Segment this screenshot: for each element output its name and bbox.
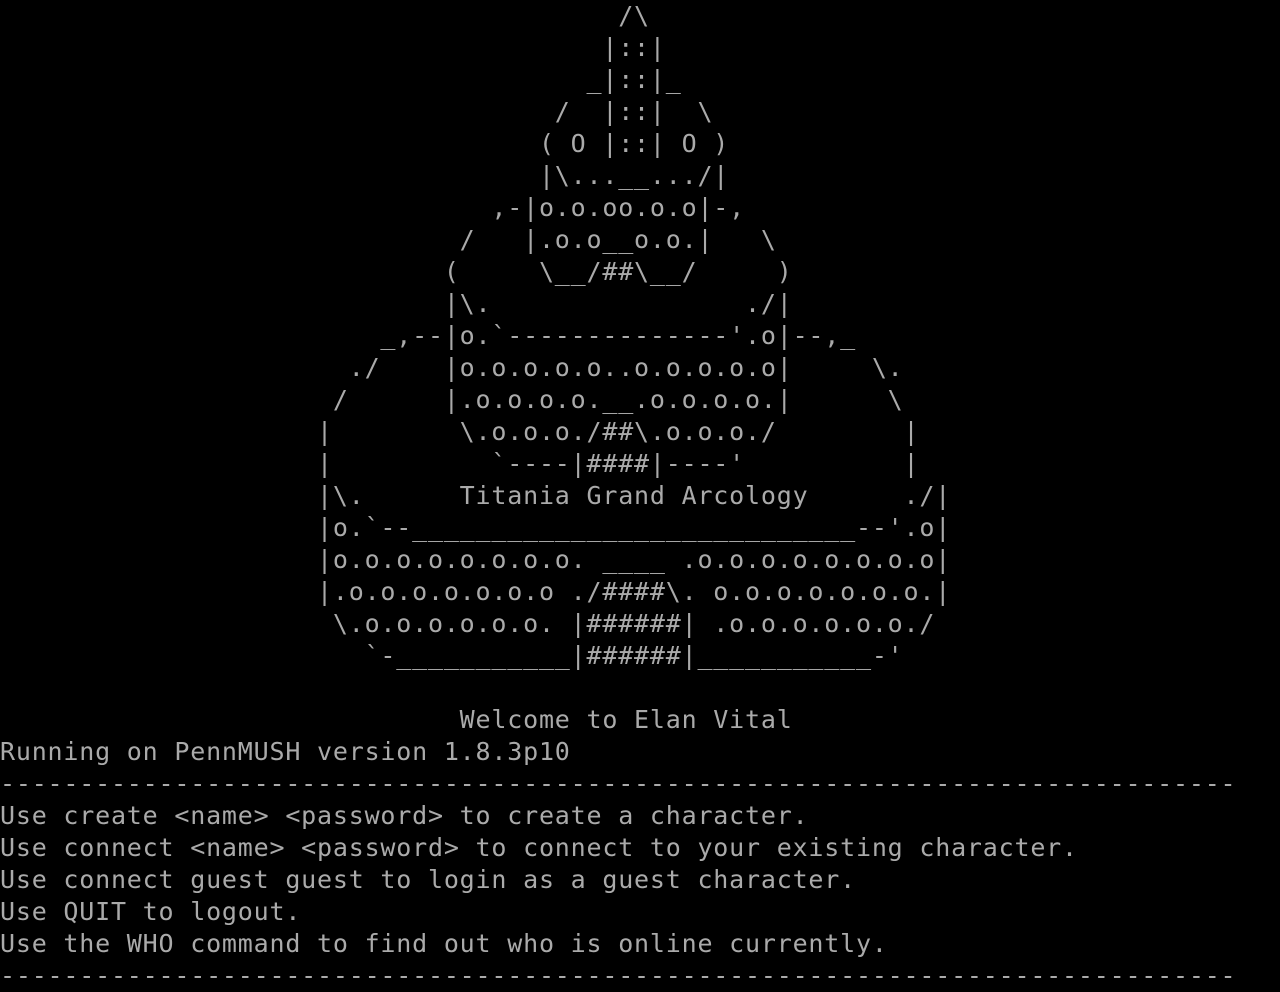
help-line-guest: Use connect guest guest to login as a gu… <box>0 865 856 894</box>
help-line-create: Use create <name> <password> to create a… <box>0 801 809 830</box>
art-line: |o.o.o.o.o.o.o.o. ____ .o.o.o.o.o.o.o.o| <box>0 545 952 574</box>
art-line: \.o.o.o.o.o.o. |######| .o.o.o.o.o.o./ <box>0 609 936 638</box>
art-line: ./ |o.o.o.o.o..o.o.o.o.o| \. <box>0 353 904 382</box>
divider-top: ----------------------------------------… <box>0 769 1237 798</box>
server-version-line: Running on PennMUSH version 1.8.3p10 <box>0 737 571 766</box>
art-line: `-___________|######|___________-' <box>0 641 904 670</box>
art-line: |.o.o.o.o.o.o.o ./####\. o.o.o.o.o.o.o.| <box>0 577 952 606</box>
login-messages: Running on PennMUSH version 1.8.3p10 ---… <box>0 736 1280 992</box>
art-line: |\...__.../| <box>0 161 730 190</box>
art-line: | \.o.o.o./##\.o.o.o./ | <box>0 417 920 446</box>
help-line-who: Use the WHO command to find out who is o… <box>0 929 888 958</box>
help-line-connect: Use connect <name> <password> to connect… <box>0 833 1078 862</box>
help-line-quit: Use QUIT to logout. <box>0 897 302 926</box>
art-line: |o.`--____________________________--'.o| <box>0 513 952 542</box>
art-title-line: |\. Titania Grand Arcology ./| <box>0 481 952 510</box>
art-line: / |.o.o.o.o.__.o.o.o.o.| \ <box>0 385 904 414</box>
welcome-line: Welcome to Elan Vital <box>0 705 793 734</box>
art-line: _,--|o.`--------------'.o|--,_ <box>0 321 856 350</box>
art-line: | `----|####|----' | <box>0 449 920 478</box>
art-line: |\. ./| <box>0 289 793 318</box>
art-line: ( O |::| O ) <box>0 129 730 158</box>
terminal-screen[interactable]: /\ |::| _|::|_ / |::| \ ( O |::| O ) |\.… <box>0 0 1280 992</box>
art-line: ,-|o.o.oo.o.o|-, <box>0 193 746 222</box>
art-line: _|::|_ <box>0 65 682 94</box>
ascii-art-banner: /\ |::| _|::|_ / |::| \ ( O |::| O ) |\.… <box>0 0 1280 736</box>
art-line: /\ <box>0 1 650 30</box>
art-line: |::| <box>0 33 666 62</box>
art-line: / |::| \ <box>0 97 714 126</box>
divider-bottom: ----------------------------------------… <box>0 961 1237 990</box>
art-line: / |.o.o__o.o.| \ <box>0 225 777 254</box>
art-line: ( \__/##\__/ ) <box>0 257 793 286</box>
